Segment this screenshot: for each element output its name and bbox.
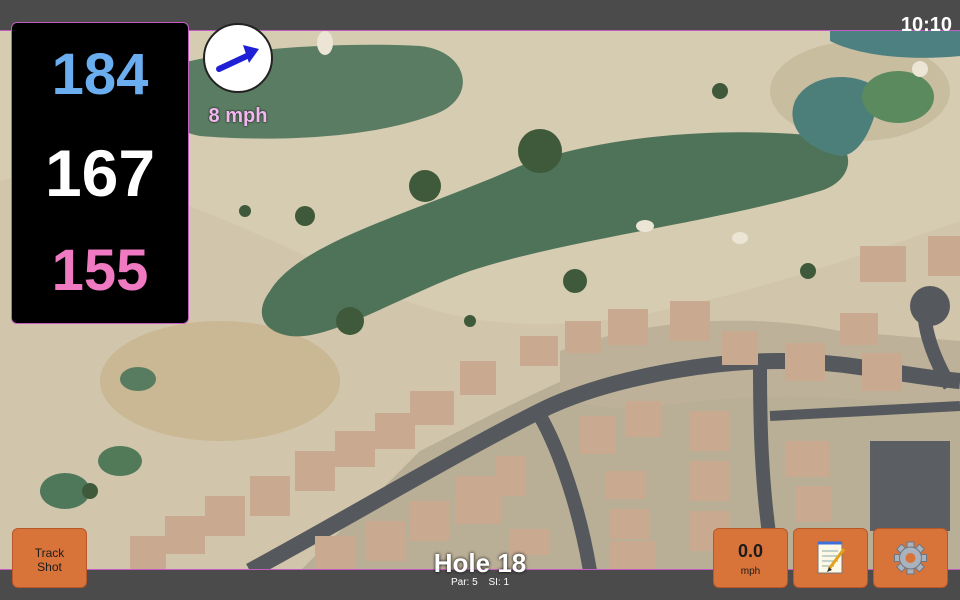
track-shot-label-line1: Track: [34, 546, 65, 560]
speed-button[interactable]: 0.0 mph: [713, 528, 788, 588]
notepad-icon: [817, 541, 846, 574]
hole-stroke-index: SI: 1: [488, 577, 510, 588]
speed-unit: mph: [740, 566, 761, 577]
distance-middle: 167: [44, 136, 156, 210]
wind-speed: 8 mph: [208, 105, 268, 127]
hole-title: Hole 18: [433, 548, 527, 578]
settings-button[interactable]: [873, 528, 948, 588]
distance-back: 184: [51, 42, 149, 107]
clock: 10:10: [900, 14, 952, 36]
track-shot-label-line2: Shot: [37, 560, 62, 574]
distance-panel: 184 167 155: [11, 22, 189, 324]
distance-front: 155: [51, 238, 149, 303]
hole-info: Par: 5 SI: 1: [380, 577, 580, 588]
wind-arrow-icon: [216, 45, 259, 72]
notes-button[interactable]: [793, 528, 868, 588]
wind-indicator: [203, 23, 273, 93]
speed-value: 0.0: [737, 541, 764, 561]
hole-par: Par: 5: [450, 577, 478, 588]
gear-icon: [894, 541, 927, 575]
track-shot-button[interactable]: Track Shot: [12, 528, 87, 588]
